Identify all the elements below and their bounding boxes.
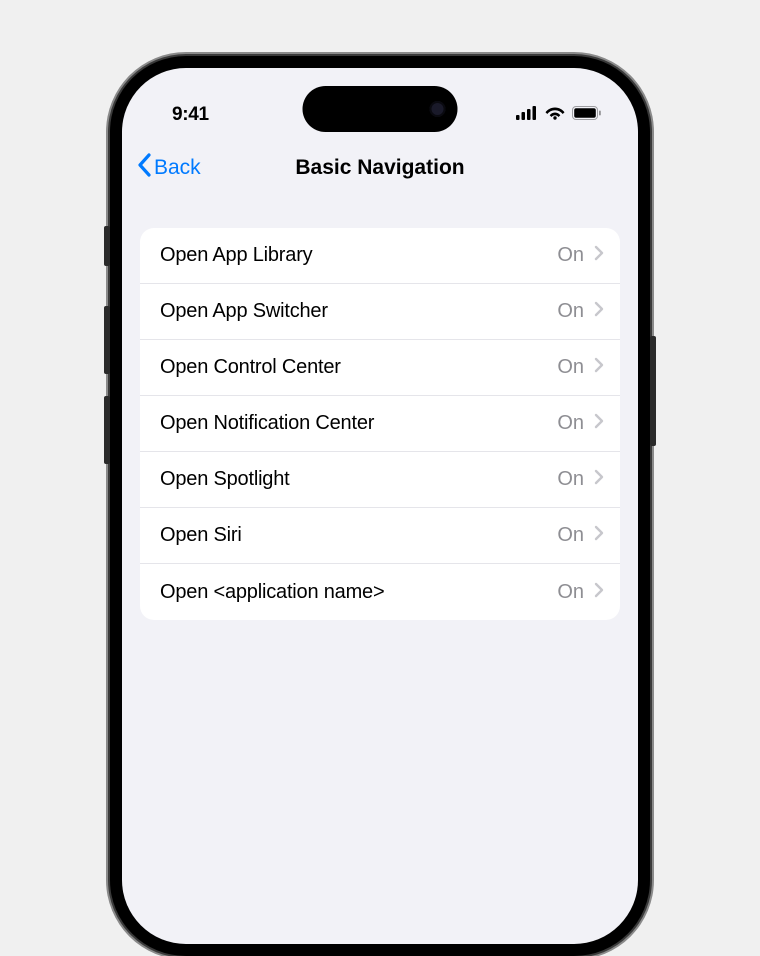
row-label: Open Siri — [160, 524, 242, 547]
chevron-right-icon — [594, 357, 604, 378]
screen: 9:41 — [122, 68, 638, 944]
front-camera — [430, 101, 446, 117]
chevron-right-icon — [594, 245, 604, 266]
volume-up-button — [104, 306, 110, 374]
back-label: Back — [154, 156, 201, 180]
row-value: On — [557, 524, 584, 547]
cellular-icon — [516, 104, 538, 126]
row-label: Open Spotlight — [160, 468, 290, 491]
chevron-right-icon — [594, 525, 604, 546]
row-open-notification-center[interactable]: Open Notification Center On — [140, 396, 620, 452]
row-value: On — [557, 244, 584, 267]
row-label: Open <application name> — [160, 581, 384, 604]
row-label: Open App Library — [160, 244, 312, 267]
chevron-right-icon — [594, 582, 604, 603]
volume-down-button — [104, 396, 110, 464]
chevron-right-icon — [594, 413, 604, 434]
navigation-bar: Back Basic Navigation — [122, 138, 638, 198]
row-open-control-center[interactable]: Open Control Center On — [140, 340, 620, 396]
row-value: On — [557, 412, 584, 435]
wifi-icon — [545, 104, 565, 126]
row-open-siri[interactable]: Open Siri On — [140, 508, 620, 564]
chevron-right-icon — [594, 301, 604, 322]
row-open-app-switcher[interactable]: Open App Switcher On — [140, 284, 620, 340]
chevron-right-icon — [594, 469, 604, 490]
battery-icon — [572, 104, 602, 126]
row-value: On — [557, 468, 584, 491]
dynamic-island — [303, 86, 458, 132]
phone-frame: 9:41 — [110, 56, 650, 956]
row-label: Open App Switcher — [160, 300, 328, 323]
back-button[interactable]: Back — [136, 153, 201, 183]
status-indicators — [516, 104, 602, 126]
silent-switch — [104, 226, 110, 266]
status-time: 9:41 — [172, 104, 209, 126]
page-title: Basic Navigation — [140, 156, 620, 180]
row-label: Open Control Center — [160, 356, 341, 379]
row-value: On — [557, 356, 584, 379]
row-label: Open Notification Center — [160, 412, 374, 435]
row-open-spotlight[interactable]: Open Spotlight On — [140, 452, 620, 508]
row-value: On — [557, 581, 584, 604]
chevron-left-icon — [136, 153, 152, 183]
row-open-application-name[interactable]: Open <application name> On — [140, 564, 620, 620]
row-open-app-library[interactable]: Open App Library On — [140, 228, 620, 284]
row-value: On — [557, 300, 584, 323]
settings-list: Open App Library On Open App Switcher On — [140, 228, 620, 620]
power-button — [650, 336, 656, 446]
